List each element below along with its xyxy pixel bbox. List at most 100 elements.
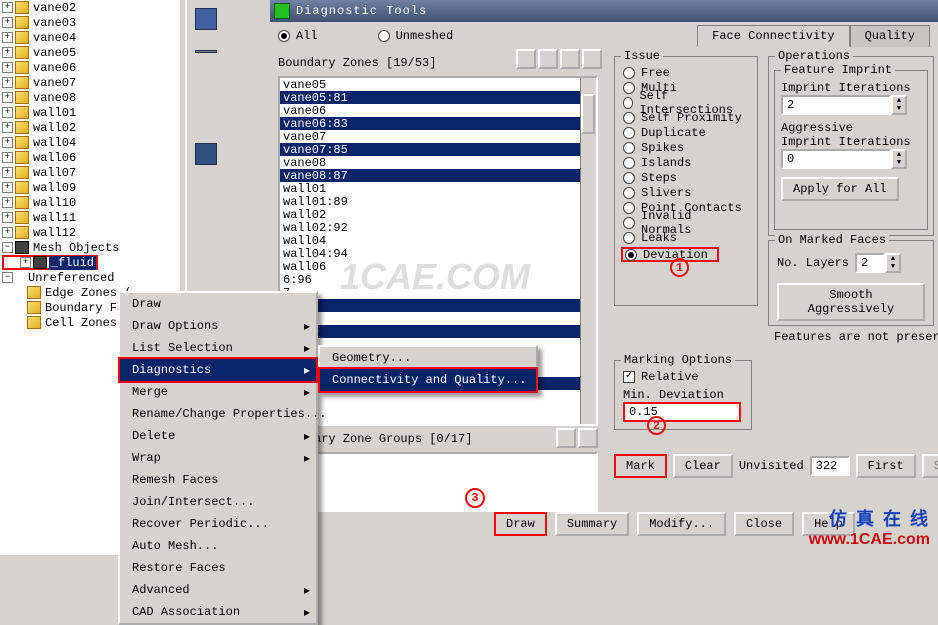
expand-icon[interactable]: + xyxy=(20,257,31,268)
expand-icon[interactable]: + xyxy=(2,92,13,103)
list-item[interactable]: vane06 xyxy=(280,104,596,117)
spinner-value[interactable]: 2 xyxy=(781,95,891,115)
min-deviation-input[interactable]: 0.15 xyxy=(623,402,741,422)
list-btn-1[interactable] xyxy=(556,428,576,448)
aggressive-iter-spinner[interactable]: 0▲▼ xyxy=(781,149,907,169)
spinner-buttons[interactable]: ▲▼ xyxy=(885,253,901,273)
radio-all[interactable]: All xyxy=(278,29,318,43)
list-item[interactable]: vane07:85 xyxy=(280,143,596,156)
list-item[interactable]: wall04 xyxy=(280,234,596,247)
tree-mesh-objects[interactable]: −Mesh Objects xyxy=(0,240,180,255)
tree-item[interactable]: +wall11 xyxy=(0,210,180,225)
layers-spinner[interactable]: 2▲▼ xyxy=(855,253,901,273)
select-button[interactable]: Select xyxy=(922,454,938,478)
tree-item[interactable]: +wall10 xyxy=(0,195,180,210)
ctx-restore[interactable]: Restore Faces xyxy=(120,557,316,579)
draw-button[interactable]: Draw xyxy=(494,512,547,536)
issue-radio[interactable]: Deviation xyxy=(621,247,719,262)
spinner-value[interactable]: 0 xyxy=(781,149,891,169)
list-item[interactable]: vane05 xyxy=(280,78,596,91)
spinner-buttons[interactable]: ▲▼ xyxy=(891,149,907,169)
expand-icon[interactable]: + xyxy=(2,17,13,28)
expand-icon[interactable]: + xyxy=(2,2,13,13)
ctx-automesh[interactable]: Auto Mesh... xyxy=(120,535,316,557)
tree-item[interactable]: +vane03 xyxy=(0,15,180,30)
list-btn-2[interactable] xyxy=(538,49,558,69)
scrollbar-thumb[interactable] xyxy=(581,94,595,134)
list-item[interactable]: 7:98 xyxy=(280,299,596,312)
expand-icon[interactable]: + xyxy=(2,212,13,223)
tree-item[interactable]: +vane02 xyxy=(0,0,180,15)
modify-button[interactable]: Modify... xyxy=(637,512,726,536)
issue-radio[interactable]: Self Proximity xyxy=(623,110,749,125)
expand-icon[interactable]: + xyxy=(2,137,13,148)
sub-connectivity-quality[interactable]: Connectivity and Quality... xyxy=(318,367,538,393)
expand-icon[interactable]: + xyxy=(2,182,13,193)
tree-item[interactable]: +wall02 xyxy=(0,120,180,135)
list-btn-3[interactable] xyxy=(560,49,580,69)
imprint-iter-spinner[interactable]: 2▲▼ xyxy=(781,95,907,115)
ctx-remesh[interactable]: Remesh Faces xyxy=(120,469,316,491)
tree-item[interactable]: +vane04 xyxy=(0,30,180,45)
list-item[interactable]: vane05:81 xyxy=(280,91,596,104)
tree-fluid[interactable]: +_fluid xyxy=(2,255,98,270)
boundary-zone-groups-list[interactable]: ary ield xyxy=(278,452,598,512)
apply-for-all-button[interactable]: Apply for All xyxy=(781,177,899,201)
tree-item[interactable]: +wall09 xyxy=(0,180,180,195)
tab-quality[interactable]: Quality xyxy=(850,25,930,47)
tree-item[interactable]: +vane07 xyxy=(0,75,180,90)
ctx-advanced[interactable]: Advanced xyxy=(120,579,316,601)
expand-icon[interactable]: + xyxy=(2,122,13,133)
list-item[interactable]: ield xyxy=(280,467,596,480)
ctx-diagnostics[interactable]: Diagnostics xyxy=(118,357,318,383)
tab-face-connectivity[interactable]: Face Connectivity xyxy=(697,25,849,47)
context-menu[interactable]: Draw Draw Options List Selection Diagnos… xyxy=(118,291,318,625)
unvisited-value[interactable]: 322 xyxy=(810,456,850,476)
ctx-delete[interactable]: Delete xyxy=(120,425,316,447)
issue-radio[interactable]: Invalid Normals xyxy=(623,215,749,230)
ctx-rename[interactable]: Rename/Change Properties... xyxy=(120,403,316,425)
expand-icon[interactable]: + xyxy=(2,152,13,163)
ctx-recover[interactable]: Recover Periodic... xyxy=(120,513,316,535)
list-item[interactable]: ary xyxy=(280,454,596,467)
list-item[interactable]: vane06:83 xyxy=(280,117,596,130)
list-item[interactable]: 6:96 xyxy=(280,273,596,286)
tree-item[interactable]: +wall04 xyxy=(0,135,180,150)
ctx-list-selection[interactable]: List Selection xyxy=(120,337,316,359)
summary-button[interactable]: Summary xyxy=(555,512,629,536)
expand-icon[interactable]: + xyxy=(2,167,13,178)
issue-radio[interactable]: Slivers xyxy=(623,185,749,200)
issue-radio[interactable]: Self Intersections xyxy=(623,95,749,110)
issue-radio[interactable]: Spikes xyxy=(623,140,749,155)
expand-icon[interactable]: + xyxy=(2,47,13,58)
clear-button[interactable]: Clear xyxy=(673,454,733,478)
issue-radio[interactable]: Free xyxy=(623,65,749,80)
list-item[interactable]: 7 xyxy=(280,286,596,299)
list-item[interactable]: 9:100 xyxy=(280,325,596,338)
radio-unmeshed[interactable]: Unmeshed xyxy=(378,29,454,43)
sub-geometry[interactable]: Geometry... xyxy=(320,347,536,369)
list-item[interactable]: wall06 xyxy=(280,260,596,273)
ctx-join[interactable]: Join/Intersect... xyxy=(120,491,316,513)
ctx-draw[interactable]: Draw xyxy=(120,293,316,315)
mark-button[interactable]: Mark xyxy=(614,454,667,478)
ctx-draw-options[interactable]: Draw Options xyxy=(120,315,316,337)
diagnostics-submenu[interactable]: Geometry... Connectivity and Quality... xyxy=(318,345,538,393)
cube-wireframe-icon[interactable] xyxy=(195,8,217,30)
issue-radio[interactable]: Steps xyxy=(623,170,749,185)
expand-icon[interactable]: + xyxy=(2,77,13,88)
collapse-icon[interactable]: − xyxy=(2,272,13,283)
relative-checkbox[interactable]: Relative xyxy=(623,369,743,384)
list-item[interactable]: wall04:94 xyxy=(280,247,596,260)
issue-radio[interactable]: Duplicate xyxy=(623,125,749,140)
smooth-aggressively-button[interactable]: Smooth Aggressively xyxy=(777,283,925,321)
list-btn-2[interactable] xyxy=(578,428,598,448)
close-button[interactable]: Close xyxy=(734,512,794,536)
expand-icon[interactable]: + xyxy=(2,227,13,238)
list-item[interactable]: wall02 xyxy=(280,208,596,221)
ctx-wrap[interactable]: Wrap xyxy=(120,447,316,469)
list-item[interactable]: wall01:89 xyxy=(280,195,596,208)
list-item[interactable]: vane08:87 xyxy=(280,169,596,182)
tree-unreferenced[interactable]: −Unreferenced xyxy=(0,270,180,285)
tree-item[interactable]: +wall12 xyxy=(0,225,180,240)
